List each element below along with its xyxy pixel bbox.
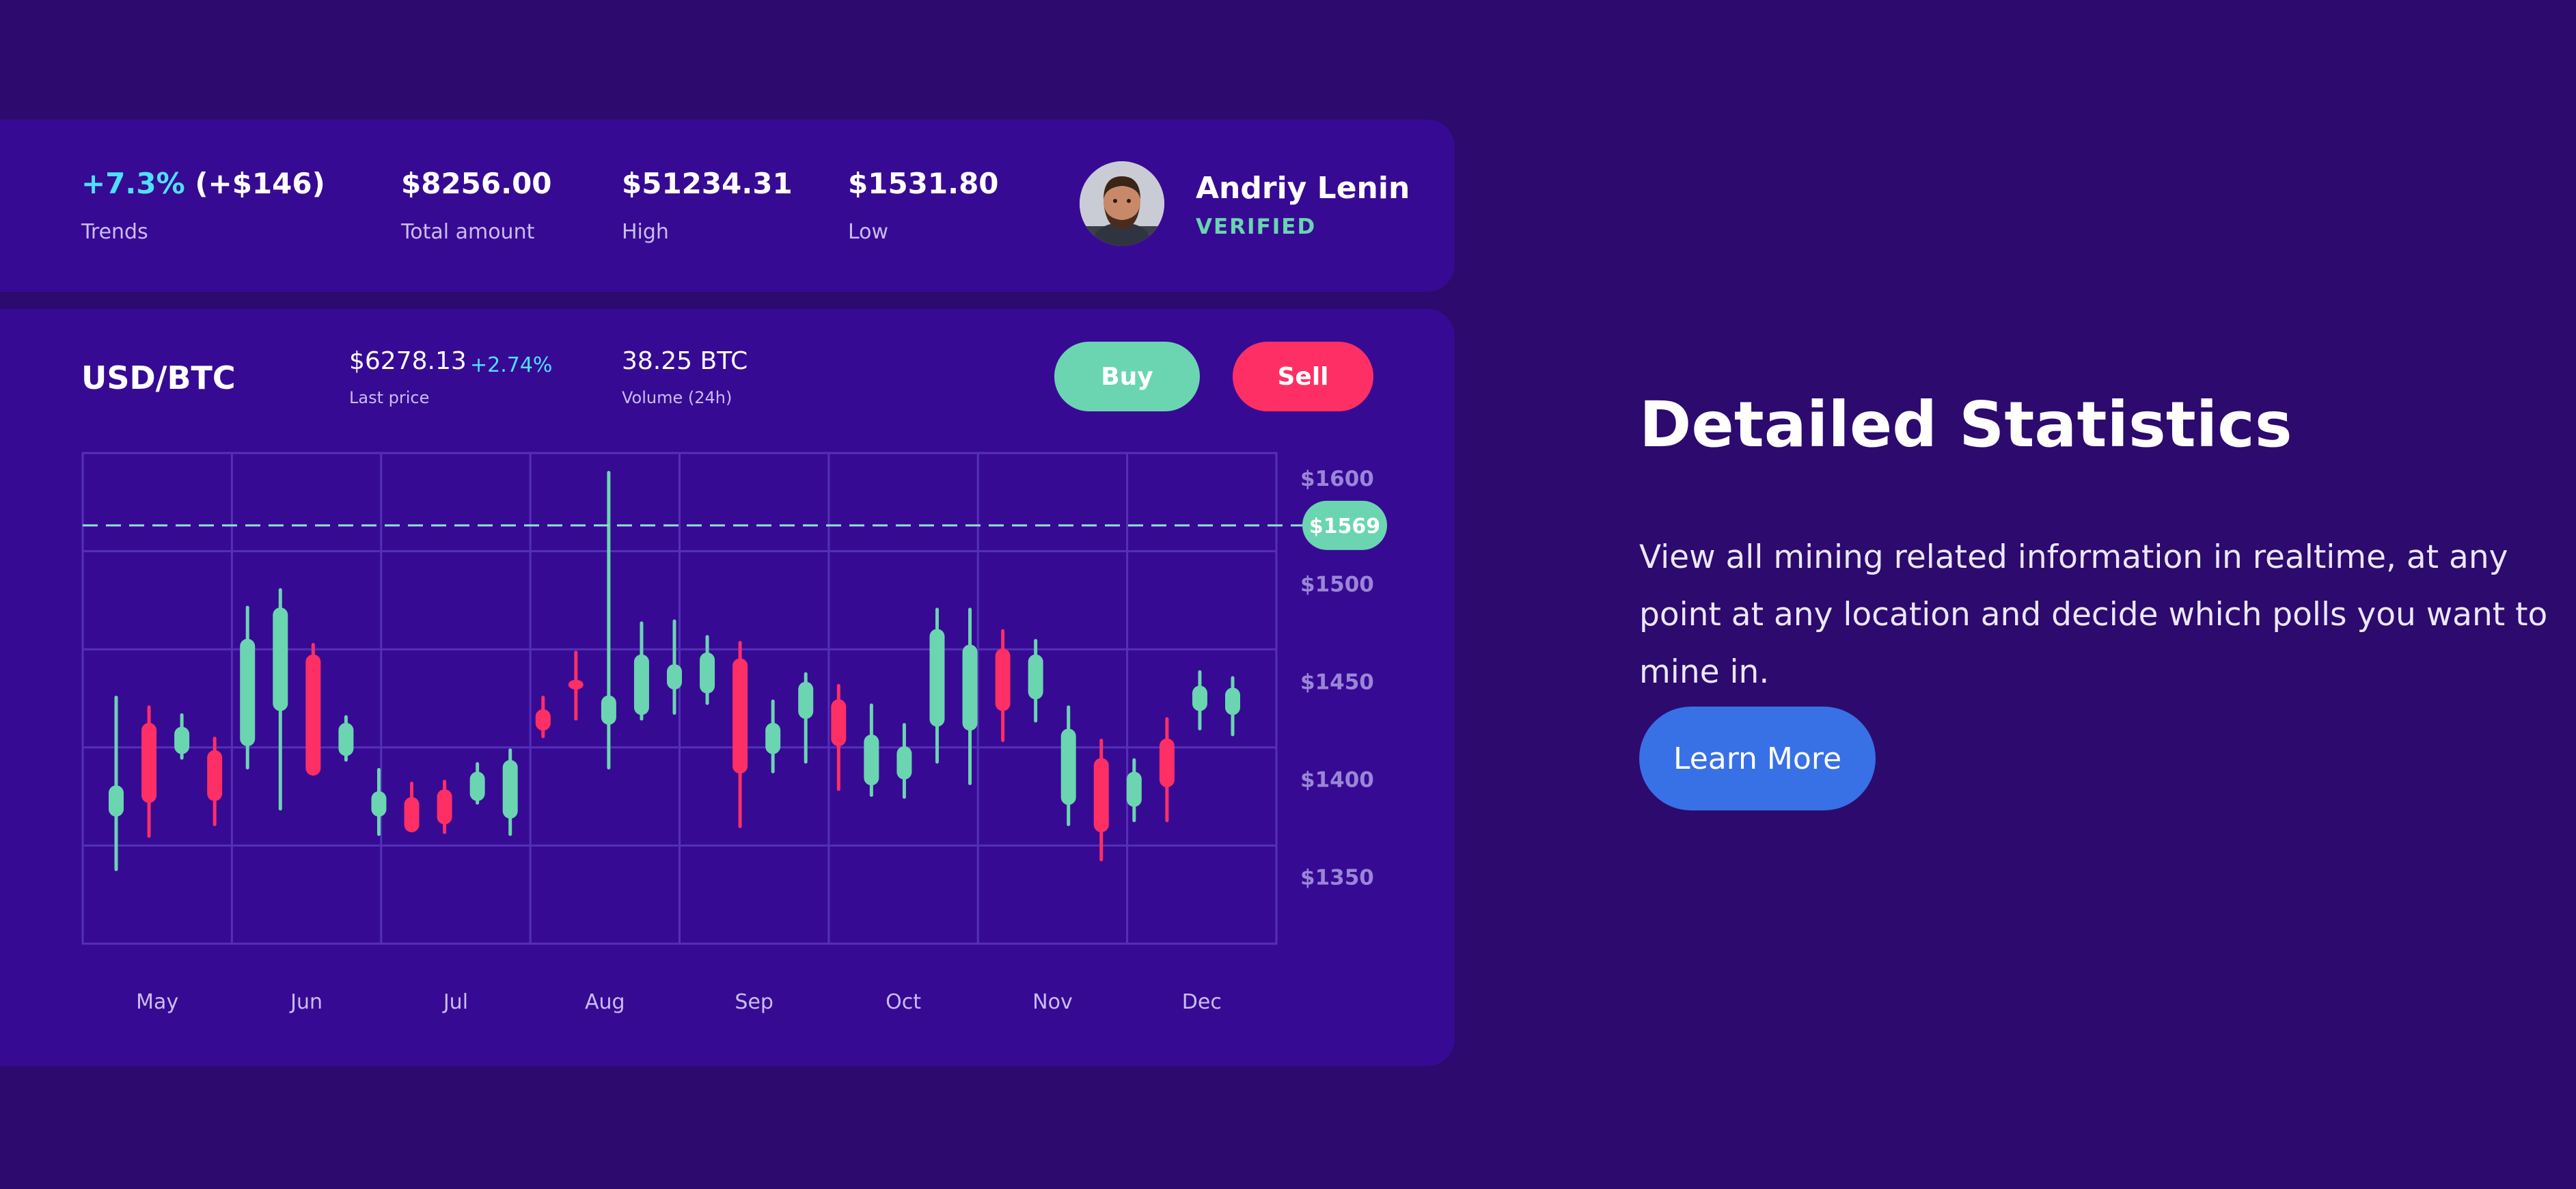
candle-body (502, 760, 518, 819)
y-tick-label: $1400 (1300, 768, 1374, 793)
current-price-marker: $1569 (1302, 500, 1387, 550)
x-tick-label: Oct (886, 990, 921, 1014)
candle (1192, 670, 1207, 730)
candle (469, 762, 485, 805)
candle-body (864, 734, 879, 786)
candle (371, 767, 387, 836)
candle-body (404, 797, 420, 832)
x-tick-label: Aug (585, 990, 625, 1014)
candle (141, 705, 157, 838)
candle (1093, 739, 1109, 862)
candle-body (962, 644, 978, 731)
candle-body (305, 654, 321, 776)
x-tick-label: May (136, 990, 178, 1014)
candle (864, 703, 879, 797)
candle-body (338, 722, 354, 756)
candle (896, 723, 912, 799)
candle (1126, 758, 1142, 823)
x-tick-label: Jul (442, 990, 468, 1014)
candle (305, 642, 321, 776)
candle-body (765, 722, 781, 754)
candle-body (141, 722, 157, 804)
x-tick-label: Dec (1182, 990, 1222, 1014)
candle (601, 471, 616, 770)
candle (437, 780, 452, 834)
section-title: Detailed Statistics (1639, 388, 2292, 461)
candle (798, 672, 814, 764)
candle (174, 713, 190, 760)
section-description: View all mining related information in r… (1639, 538, 2548, 691)
candle-body (633, 654, 649, 715)
candle-body (732, 658, 748, 774)
candle (1159, 717, 1175, 823)
candle (995, 629, 1011, 743)
candle (338, 715, 354, 762)
candle-body (371, 791, 387, 817)
y-tick-label: $1350 (1300, 866, 1374, 890)
learn-more-button[interactable]: Learn More (1639, 707, 1876, 810)
candle-body (798, 681, 814, 720)
candle (962, 607, 978, 785)
candle-body (601, 695, 616, 725)
current-price-label: $1569 (1309, 515, 1380, 538)
candle-body (667, 664, 682, 690)
candle-body (1126, 771, 1142, 807)
candle-body (240, 638, 256, 747)
candle-body (1159, 738, 1175, 788)
candle-body (535, 709, 551, 731)
x-axis-ticks: May Jun Jul Aug Sep Oct Nov Dec (136, 990, 1222, 1014)
candle-body (831, 699, 847, 747)
chart-candles (109, 471, 1240, 871)
y-tick-label: $1500 (1300, 573, 1374, 597)
candle (109, 696, 124, 871)
y-tick-label: $1450 (1300, 670, 1374, 695)
candle (831, 683, 847, 791)
candle-body (1093, 758, 1109, 832)
candle-body (929, 629, 945, 727)
y-tick-label: $1600 (1300, 467, 1374, 491)
x-tick-label: Nov (1032, 990, 1073, 1014)
candle-body (207, 750, 223, 802)
x-tick-label: Sep (735, 990, 773, 1014)
candle-body (469, 771, 485, 802)
candle (535, 696, 551, 739)
candle-body (700, 652, 715, 694)
candle (207, 737, 223, 827)
candle-body (174, 726, 190, 754)
candle-body (995, 648, 1011, 711)
candle (568, 651, 584, 721)
candle (700, 635, 715, 705)
candle (1225, 676, 1240, 737)
candle-body (273, 607, 288, 711)
candle-body (1028, 654, 1043, 700)
candle (732, 640, 748, 828)
candle (502, 748, 518, 836)
candle-body (1225, 687, 1240, 715)
candle-body (109, 785, 124, 817)
candle-body (568, 679, 584, 690)
candle (929, 607, 945, 764)
candle (1028, 639, 1043, 723)
x-tick-label: Jun (289, 990, 323, 1014)
chart-grid (81, 452, 1278, 945)
candle (273, 588, 288, 811)
candle (765, 699, 781, 774)
candle-body (1192, 685, 1207, 711)
candle (240, 605, 256, 770)
candle (404, 781, 420, 832)
candle-body (1060, 728, 1076, 805)
candle-body (896, 746, 912, 780)
candle-body (437, 789, 452, 825)
candle (633, 621, 649, 721)
candle (1060, 705, 1076, 827)
